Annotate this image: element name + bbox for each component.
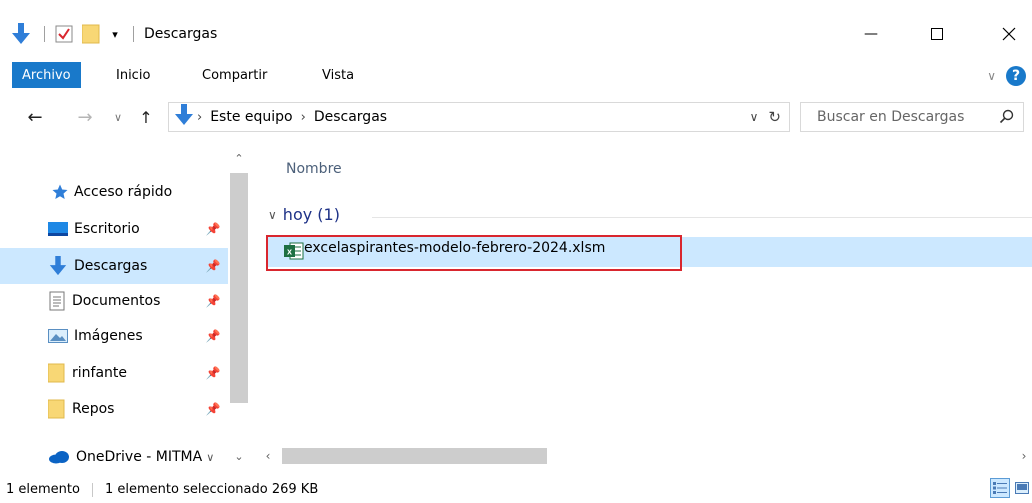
search-icon (999, 109, 1014, 124)
svg-text:x: x (287, 247, 292, 257)
documents-icon (49, 291, 65, 311)
tab-inicio[interactable]: Inicio (116, 62, 150, 88)
group-header-hoy[interactable]: ∨ hoy (1) (268, 205, 340, 224)
nav-item-label: Escritorio (74, 221, 140, 237)
nav-item-label: Acceso rápido (74, 184, 173, 200)
collapse-chevron-icon: ∨ (268, 207, 277, 222)
folder-icon (48, 399, 65, 419)
minimize-icon: — (864, 26, 878, 42)
scroll-left-icon[interactable]: ‹ (260, 446, 276, 466)
address-bar[interactable]: › Este equipo › Descargas ∨ ↻ (168, 102, 790, 132)
scroll-up-icon[interactable]: ⌃ (228, 149, 250, 167)
expand-chevron-icon[interactable]: ∨ (206, 451, 214, 464)
selection-info: 1 elemento seleccionado 269 KB (104, 482, 319, 497)
scroll-down-icon[interactable]: ⌄ (228, 447, 250, 465)
large-icons-view-icon[interactable] (1012, 478, 1032, 498)
title-bar: ▾ Descargas — (0, 0, 1032, 62)
scroll-thumb[interactable] (230, 173, 248, 403)
pin-icon[interactable]: 📌 (206, 214, 221, 244)
tab-vista[interactable]: Vista (322, 62, 354, 88)
pictures-icon (48, 329, 68, 343)
column-header-nombre[interactable]: Nombre (286, 161, 342, 177)
nav-item-label: OneDrive - MITMA (76, 449, 203, 465)
file-list-pane: Nombre ∨ hoy (1) x excelaspirantes-model… (256, 145, 1032, 467)
refresh-icon[interactable]: ↻ (768, 108, 781, 126)
star-icon (52, 184, 68, 199)
tab-compartir[interactable]: Compartir (202, 62, 267, 88)
address-row: ← → ∨ ↑ › Este equipo › Descargas ∨ ↻ Bu… (0, 100, 1032, 134)
nav-item-documentos[interactable]: Documentos (48, 286, 160, 316)
nav-item-acceso-rapido[interactable]: Acceso rápido (52, 177, 172, 207)
nav-item-descargas[interactable]: Descargas (48, 251, 147, 281)
group-divider (372, 217, 1032, 218)
search-input[interactable]: Buscar en Descargas (800, 102, 1024, 132)
desktop-icon (48, 222, 68, 236)
help-icon[interactable]: ? (1006, 66, 1026, 86)
scroll-thumb[interactable] (282, 448, 547, 464)
window-title: Descargas (144, 26, 218, 42)
maximize-button[interactable] (914, 18, 960, 50)
breadcrumb-separator-icon: › (300, 109, 306, 125)
item-count: 1 elemento (6, 482, 80, 497)
maximize-icon (931, 28, 943, 40)
navigation-pane: Acceso rápido Escritorio 📌 Descargas 📌 D… (0, 145, 255, 467)
quick-access-toolbar: ▾ Descargas (0, 18, 217, 50)
properties-icon[interactable] (53, 18, 75, 50)
excel-icon: x (284, 242, 304, 260)
recent-locations-chevron-icon[interactable]: ∨ (110, 100, 126, 134)
address-history-chevron-icon[interactable]: ∨ (750, 110, 759, 124)
nav-item-imagenes[interactable]: Imágenes (48, 321, 143, 351)
folder-icon (48, 363, 65, 383)
pin-icon[interactable]: 📌 (206, 394, 221, 424)
pin-icon[interactable]: 📌 (206, 286, 221, 316)
up-arrow-icon[interactable]: ↑ (136, 100, 156, 134)
nav-item-label: Documentos (72, 293, 161, 309)
view-switcher (990, 478, 1032, 498)
nav-item-label: rinfante (72, 365, 128, 381)
back-arrow-icon[interactable]: ← (22, 100, 48, 134)
close-icon (1002, 27, 1016, 41)
nav-item-rinfante[interactable]: rinfante (48, 358, 127, 388)
pin-icon[interactable]: 📌 (206, 251, 221, 281)
customize-toolbar-chevron-icon[interactable]: ▾ (105, 18, 125, 50)
details-view-icon[interactable] (990, 478, 1010, 498)
group-label: hoy (1) (282, 205, 340, 224)
breadcrumb-separator-icon: › (197, 109, 203, 125)
nav-item-onedrive[interactable]: OneDrive - MITMA ∨ (48, 442, 214, 472)
horizontal-scrollbar[interactable]: ‹ › (256, 446, 1032, 466)
nav-item-label: Descargas (74, 258, 148, 274)
nav-item-repos[interactable]: Repos (48, 394, 114, 424)
ribbon: Archivo Inicio Compartir Vista ∨ ? (0, 62, 1032, 90)
expand-ribbon-chevron-icon[interactable]: ∨ (987, 69, 996, 83)
file-name[interactable]: excelaspirantes-modelo-febrero-2024.xlsm (304, 240, 605, 256)
nav-item-label: Repos (72, 401, 115, 417)
breadcrumb-este-equipo[interactable]: Este equipo (210, 109, 292, 125)
nav-vertical-scrollbar[interactable]: ⌃ ⌄ (228, 145, 250, 467)
nav-item-escritorio[interactable]: Escritorio (48, 214, 140, 244)
scroll-right-icon[interactable]: › (1016, 446, 1032, 466)
close-button[interactable] (986, 18, 1032, 50)
forward-arrow-icon[interactable]: → (72, 100, 98, 134)
download-arrow-icon[interactable] (6, 18, 36, 50)
tab-archivo[interactable]: Archivo (12, 62, 81, 88)
search-placeholder: Buscar en Descargas (817, 109, 965, 125)
breadcrumb-descargas[interactable]: Descargas (314, 109, 387, 125)
downloads-location-icon (175, 104, 193, 130)
cloud-icon (49, 451, 69, 464)
pin-icon[interactable]: 📌 (206, 358, 221, 388)
minimize-button[interactable]: — (848, 18, 894, 50)
nav-item-label: Imágenes (74, 328, 143, 344)
downloads-icon (49, 256, 67, 276)
pin-icon[interactable]: 📌 (206, 321, 221, 351)
status-bar: 1 elemento 1 elemento seleccionado 269 K… (0, 476, 1032, 503)
new-folder-icon[interactable] (79, 18, 105, 50)
